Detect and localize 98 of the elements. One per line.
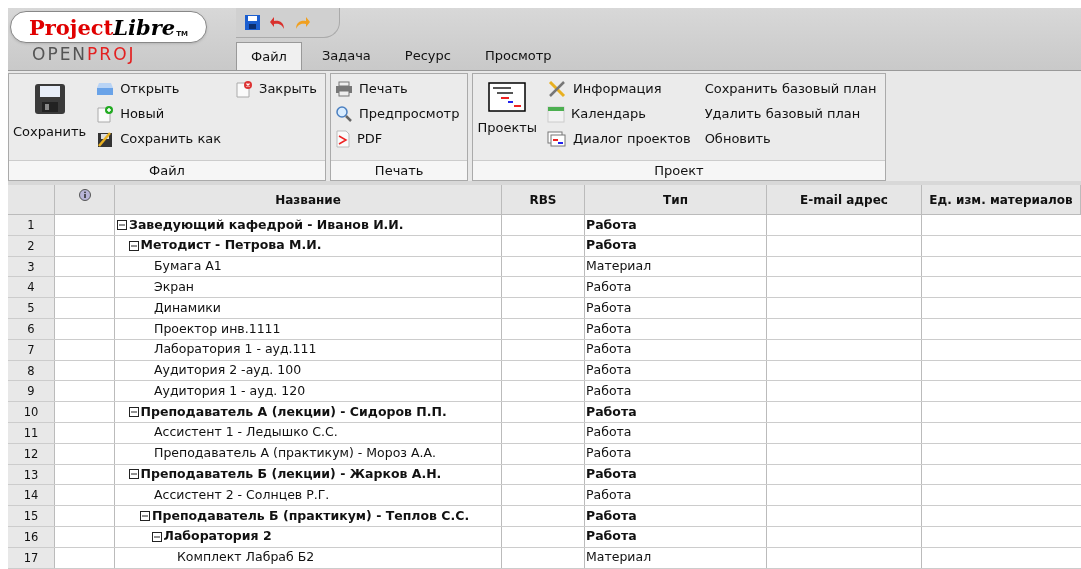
gantt-chart-icon — [488, 82, 527, 112]
column-header[interactable]: Название — [115, 185, 502, 214]
tools-icon — [547, 79, 568, 98]
column-header[interactable]: Ед. изм. материалов — [922, 185, 1081, 214]
resource-name: Лаборатория 2 — [163, 527, 272, 546]
row-number: 9 — [8, 381, 55, 402]
resource-name: Ассистент 1 - Ледышко С.С. — [154, 423, 338, 442]
resource-name: Преподаватель А (практикум) - Мороз А.А. — [154, 444, 436, 463]
large-button[interactable]: Сохранить — [13, 78, 87, 160]
row-number: 11 — [8, 422, 55, 443]
ribbon-button[interactable]: Предпросмотр — [334, 103, 464, 124]
ribbon-button[interactable]: Удалить базовый план — [704, 103, 881, 124]
row-number: 5 — [8, 298, 55, 318]
resource-name: Лаборатория 1 - ауд.111 — [154, 340, 317, 359]
resource-name: Аудитория 2 -ауд. 100 — [154, 361, 302, 380]
column-header[interactable]: E-mail адрес — [767, 185, 922, 214]
save-icon[interactable] — [244, 14, 261, 31]
type-cell-text: Работа — [586, 340, 632, 359]
resource-name: Бумага А1 — [154, 257, 222, 276]
type-cell-text: Работа — [586, 485, 632, 504]
resource-name: Методист - Петрова М.И. — [140, 236, 322, 255]
type-cell-text: Работа — [586, 527, 637, 546]
type-cell-text: Работа — [586, 319, 632, 338]
resource-name: Экран — [154, 277, 195, 296]
magnifier-icon — [334, 104, 353, 123]
row-number: 4 — [8, 277, 55, 298]
column-header[interactable]: Тип — [585, 185, 767, 214]
group-label: Печать — [330, 160, 468, 180]
close-document-icon — [235, 79, 254, 98]
logo-subtitle: OPEN PROJ — [32, 44, 136, 64]
collapse-toggle[interactable] — [151, 531, 162, 542]
ribbon-button[interactable]: Календарь — [547, 103, 695, 124]
gantt-chart-icon — [547, 130, 568, 147]
type-cell: Материал — [586, 548, 652, 567]
ribbon-button[interactable]: Сохранить базовый план — [704, 78, 881, 99]
collapse-toggle[interactable] — [117, 219, 127, 230]
type-cell-text: Работа — [586, 215, 637, 234]
type-cell-text: Работа — [586, 444, 632, 463]
row-number: 15 — [8, 506, 55, 526]
row-number: 17 — [8, 547, 55, 568]
resource-name: Ассистент 2 - Солнцев Р.Г. — [154, 485, 330, 504]
type-cell-text: Работа — [586, 298, 632, 317]
type-cell-text: Работа — [586, 402, 637, 421]
resource-name: Преподаватель Б (практикум) - Теплов С.С. — [152, 506, 470, 525]
ribbon-button[interactable]: Открыть — [96, 78, 226, 99]
ribbon-button[interactable]: PDF — [334, 128, 464, 149]
resource-name: Преподаватель А (лекции) - Сидоров П.П. — [140, 402, 447, 421]
info-icon — [78, 189, 91, 201]
row-number: 7 — [8, 339, 55, 360]
row-number: 3 — [8, 256, 55, 277]
pdf-document-icon — [334, 129, 351, 148]
row-number: 13 — [8, 464, 55, 485]
large-button[interactable]: Проекты — [477, 78, 538, 160]
type-cell-text: Работа — [586, 381, 632, 400]
row-number: 1 — [8, 215, 55, 235]
collapse-toggle[interactable] — [128, 407, 139, 418]
undo-icon[interactable] — [269, 15, 286, 30]
type-cell: Работа — [586, 361, 632, 380]
collapse-toggle[interactable] — [128, 240, 139, 251]
ribbon-button[interactable]: Диалог проектов — [547, 128, 695, 149]
tab[interactable]: Ресурс — [390, 42, 465, 70]
new-document-icon — [96, 104, 115, 123]
ribbon-button[interactable]: Новый — [96, 103, 226, 124]
ribbon-button[interactable]: Закрыть — [235, 78, 321, 99]
ribbon-button[interactable]: Информация — [547, 78, 695, 99]
tray-icon — [96, 80, 115, 97]
resource-name: Преподаватель Б (лекции) - Жарков А.Н. — [140, 465, 442, 484]
column-header[interactable]: RBS — [502, 185, 585, 214]
tab[interactable]: Задача — [307, 42, 385, 70]
type-cell: Работа — [586, 465, 637, 484]
group-label: Файл — [9, 160, 325, 180]
resource-name: Проектор инв.1111 — [154, 319, 281, 338]
resource-name: Заведующий кафедрой - Иванов И.И. — [129, 215, 404, 234]
type-cell-text: Работа — [586, 506, 637, 525]
type-cell-text: Работа — [586, 236, 637, 255]
calendar-icon — [547, 104, 566, 123]
ribbon-button[interactable]: Обновить — [704, 128, 881, 149]
row-number: 10 — [8, 402, 55, 422]
collapse-toggle[interactable] — [128, 469, 139, 480]
printer-icon — [334, 80, 353, 97]
tab[interactable]: Файл — [236, 42, 302, 70]
ribbon-button[interactable]: Печать — [334, 78, 464, 99]
type-cell: Материал — [586, 257, 652, 276]
row-number: 12 — [8, 443, 55, 464]
resource-name: Динамики — [154, 298, 221, 317]
row-number: 8 — [8, 360, 55, 381]
row-number: 6 — [8, 319, 55, 339]
group-label: Проект — [473, 160, 885, 180]
tab[interactable]: Просмотр — [470, 42, 566, 70]
row-number: 2 — [8, 235, 55, 256]
collapse-toggle[interactable] — [140, 511, 150, 522]
ribbon-button[interactable]: Сохранить как — [96, 128, 226, 149]
type-cell-text: Работа — [586, 423, 632, 442]
row-number: 14 — [8, 485, 55, 506]
row-number: 16 — [8, 526, 55, 547]
resource-name: Аудитория 1 - ауд. 120 — [154, 381, 306, 400]
resource-name: Комплект Лабраб Б2 — [177, 548, 315, 567]
type-cell-text: Работа — [586, 277, 632, 296]
